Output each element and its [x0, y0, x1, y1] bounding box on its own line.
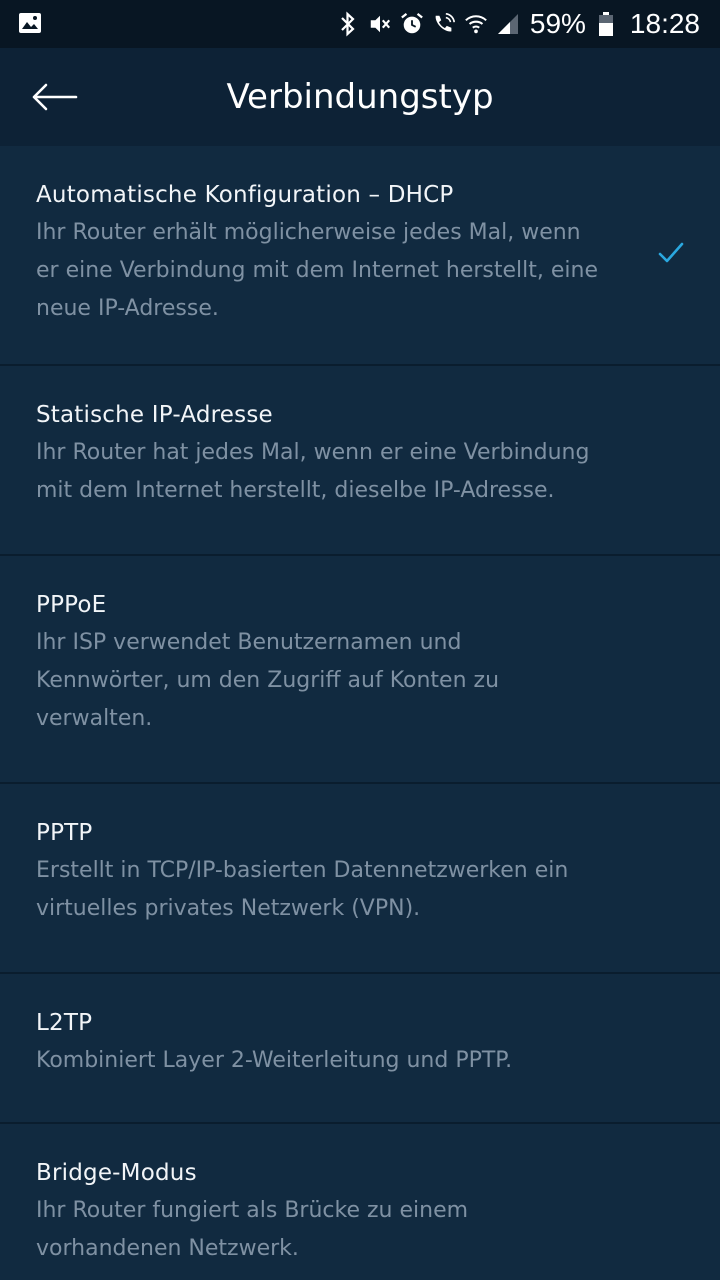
option-title: Automatische Konfiguration – DHCP — [36, 182, 454, 208]
back-arrow-icon — [32, 83, 78, 111]
app-bar: Verbindungstyp — [0, 48, 720, 146]
option-l2tp[interactable]: L2TP Kombiniert Layer 2-Weiterleitung un… — [0, 974, 720, 1124]
option-static-ip[interactable]: Statische IP-Adresse Ihr Router hat jede… — [0, 366, 720, 556]
option-description: Ihr Router fungiert als Brücke zu einem … — [36, 1198, 469, 1261]
check-icon — [656, 238, 686, 268]
option-description: Ihr Router erhält möglicherweise jedes M… — [36, 220, 598, 321]
option-pptp[interactable]: PPTP Erstellt in TCP/IP-basierten Datenn… — [0, 784, 720, 974]
status-bar: 59% 18:28 — [0, 0, 720, 48]
mute-icon — [368, 12, 392, 36]
alarm-icon — [400, 12, 424, 36]
page-title: Verbindungstyp — [226, 77, 494, 117]
battery-icon — [594, 12, 618, 36]
option-title: Statische IP-Adresse — [36, 402, 273, 428]
back-button[interactable] — [26, 72, 82, 122]
option-dhcp[interactable]: Automatische Konfiguration – DHCP Ihr Ro… — [0, 146, 720, 366]
image-icon — [18, 11, 42, 35]
option-title: PPPoE — [36, 592, 107, 618]
option-title: L2TP — [36, 1010, 93, 1036]
option-description: Ihr Router hat jedes Mal, wenn er eine V… — [36, 440, 590, 503]
option-description: Ihr ISP verwendet Benutzernamen und Kenn… — [36, 630, 500, 731]
option-description: Kombiniert Layer 2-Weiterleitung und PPT… — [36, 1048, 513, 1073]
option-description: Erstellt in TCP/IP-basierten Datennetzwe… — [36, 858, 569, 921]
wifi-calling-icon — [432, 12, 456, 36]
option-bridge-mode[interactable]: Bridge-Modus Ihr Router fungiert als Brü… — [0, 1124, 720, 1280]
option-pppoe[interactable]: PPPoE Ihr ISP verwendet Benutzernamen un… — [0, 556, 720, 784]
bluetooth-icon — [336, 11, 360, 37]
battery-percent: 59% — [529, 8, 586, 39]
wifi-icon — [464, 12, 488, 36]
signal-icon — [496, 12, 520, 36]
status-icons: 59% 18:28 — [336, 0, 700, 48]
option-title: PPTP — [36, 820, 93, 846]
clock: 18:28 — [629, 8, 700, 39]
option-title: Bridge-Modus — [36, 1160, 197, 1186]
connection-type-list: Automatische Konfiguration – DHCP Ihr Ro… — [0, 146, 720, 1280]
